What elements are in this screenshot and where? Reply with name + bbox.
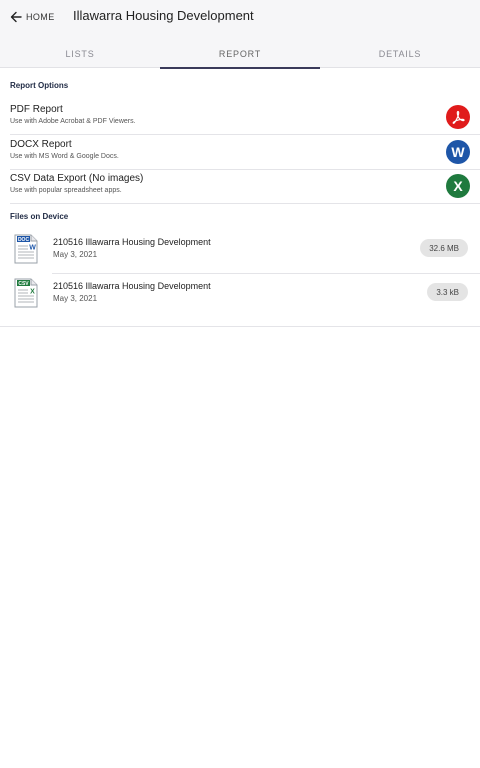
file-type-letter: X — [30, 289, 35, 296]
arrow-left-icon — [10, 11, 22, 23]
divider — [10, 203, 480, 204]
option-title: PDF Report — [10, 104, 63, 115]
pdf-icon[interactable] — [446, 105, 470, 129]
app-header: HOME Illawarra Housing Development LISTS… — [0, 0, 480, 69]
file-type-badge: CSV — [18, 281, 29, 287]
option-subtitle: Use with popular spreadsheet apps. — [10, 187, 122, 194]
files-on-device-heading: Files on Device — [10, 212, 69, 221]
file-size-chip: 3.3 kB — [427, 283, 468, 301]
option-subtitle: Use with MS Word & Google Docs. — [10, 153, 119, 160]
word-glyph: W — [451, 144, 465, 160]
option-title: CSV Data Export (No images) — [10, 173, 144, 184]
csv-file-icon: CSV X — [14, 278, 38, 308]
doc-file-icon: DOC W — [14, 234, 38, 264]
acrobat-glyph — [452, 110, 465, 124]
tab-details[interactable]: DETAILS — [320, 40, 480, 68]
home-label: HOME — [26, 12, 55, 22]
list-bottom-divider — [0, 326, 480, 327]
docx-report-option[interactable]: DOCX Report Use with MS Word & Google Do… — [0, 135, 480, 170]
excel-icon[interactable]: X — [446, 174, 470, 198]
tab-bar: LISTS REPORT DETAILS — [0, 40, 480, 69]
file-type-letter: W — [29, 245, 36, 252]
file-size-chip: 32.6 MB — [420, 239, 468, 257]
file-name: 210516 Illawarra Housing Development — [53, 237, 211, 247]
page-title: Illawarra Housing Development — [73, 8, 254, 23]
file-date: May 3, 2021 — [53, 294, 98, 303]
option-title: DOCX Report — [10, 139, 72, 150]
tab-report[interactable]: REPORT — [160, 40, 320, 69]
tab-lists[interactable]: LISTS — [0, 40, 160, 68]
file-type-badge: DOC — [18, 237, 30, 243]
file-row[interactable]: CSV X 210516 Illawarra Housing Developme… — [0, 274, 480, 318]
excel-glyph: X — [453, 178, 463, 194]
pdf-report-option[interactable]: PDF Report Use with Adobe Acrobat & PDF … — [0, 100, 480, 135]
word-icon[interactable]: W — [446, 140, 470, 164]
report-options-heading: Report Options — [10, 81, 69, 90]
file-row[interactable]: DOC W 210516 Illawarra Housing Developme… — [0, 230, 480, 274]
file-name: 210516 Illawarra Housing Development — [53, 281, 211, 291]
home-back-button[interactable]: HOME — [10, 9, 55, 25]
option-subtitle: Use with Adobe Acrobat & PDF Viewers. — [10, 118, 136, 125]
csv-export-option[interactable]: CSV Data Export (No images) Use with pop… — [0, 169, 480, 204]
file-date: May 3, 2021 — [53, 250, 98, 259]
